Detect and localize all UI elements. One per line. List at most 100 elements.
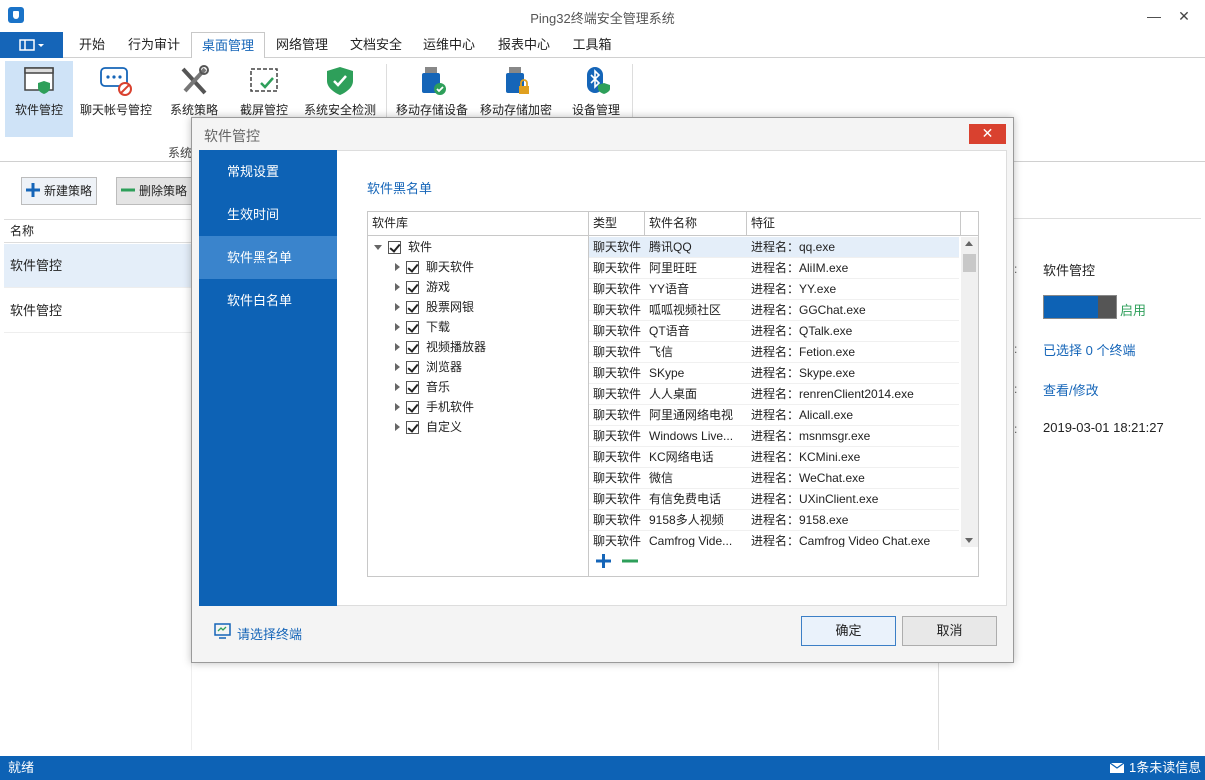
cell-name: 飞信 — [649, 345, 674, 359]
tree-item[interactable]: 股票网银 — [368, 297, 588, 317]
table-row[interactable]: 软件管控 — [4, 244, 192, 288]
cell-name: KC网络电话 — [649, 450, 714, 464]
cell-type: 聊天软件 — [593, 345, 642, 359]
tab-behavior-audit[interactable]: 行为审计 — [120, 32, 188, 58]
tab-report-center[interactable]: 报表中心 — [489, 32, 559, 58]
tab-desktop-management[interactable]: 桌面管理 — [191, 32, 265, 59]
checkbox-checked-icon[interactable] — [406, 281, 419, 294]
app-menu-button[interactable] — [0, 32, 63, 58]
table-row[interactable]: 聊天软件 腾讯QQ 进程名：qq.exe — [589, 237, 959, 258]
table-row[interactable]: 聊天软件 阿里旺旺 进程名：AliIM.exe — [589, 258, 959, 279]
unread-messages[interactable]: 1条未读信息 — [1129, 756, 1201, 780]
new-policy-button[interactable]: 新建策略 — [21, 177, 97, 205]
cell-feature: 进程名：renrenClient2014.exe — [751, 387, 914, 401]
table-row[interactable]: 聊天软件 人人桌面 进程名：renrenClient2014.exe — [589, 384, 959, 405]
delete-policy-button[interactable]: 删除策略 — [116, 177, 192, 205]
grid-header-name[interactable]: 软件名称 — [645, 212, 747, 236]
tree-item-label: 音乐 — [426, 380, 451, 394]
sidebar-item-blacklist[interactable]: 软件黑名单 — [199, 236, 337, 279]
table-row[interactable]: 软件管控 — [4, 289, 192, 333]
tree-item[interactable]: 浏览器 — [368, 357, 588, 377]
tree-item[interactable]: 聊天软件 — [368, 257, 588, 277]
grid-header-type[interactable]: 类型 — [589, 212, 645, 236]
tab-network-management[interactable]: 网络管理 — [267, 32, 337, 58]
table-row[interactable]: 聊天软件 阿里通网络电视 进程名：Alicall.exe — [589, 405, 959, 426]
checkbox-checked-icon[interactable] — [406, 301, 419, 314]
software-control-button[interactable]: 软件管控 — [5, 61, 73, 137]
checkbox-checked-icon[interactable] — [406, 321, 419, 334]
table-row[interactable]: 聊天软件 KC网络电话 进程名：KCMini.exe — [589, 447, 959, 468]
expand-icon[interactable] — [395, 423, 400, 431]
tab-toolbox[interactable]: 工具箱 — [563, 32, 621, 58]
cell-name: 呱呱视频社区 — [649, 303, 722, 317]
system-policy-label: 系统策略 — [169, 103, 218, 117]
expand-icon[interactable] — [395, 283, 400, 291]
dialog-sidebar: 常规设置 生效时间 软件黑名单 软件白名单 — [199, 150, 337, 606]
table-row[interactable]: 聊天软件 SKype 进程名：Skype.exe — [589, 363, 959, 384]
expand-icon[interactable] — [395, 303, 400, 311]
expand-icon[interactable] — [395, 263, 400, 271]
grid-header-feature[interactable]: 特征 — [747, 212, 961, 236]
select-terminal-link[interactable]: 请选择终端 — [237, 624, 302, 643]
table-row[interactable]: 聊天软件 Windows Live... 进程名：msnmsgr.exe — [589, 426, 959, 447]
table-row[interactable]: 聊天软件 YY语音 进程名：YY.exe — [589, 279, 959, 300]
checkbox-checked-icon[interactable] — [406, 401, 419, 414]
checkbox-checked-icon[interactable] — [406, 381, 419, 394]
grid-scrollbar[interactable] — [961, 237, 978, 547]
tree-item-label: 浏览器 — [426, 360, 463, 374]
tree-item[interactable]: 视频播放器 — [368, 337, 588, 357]
table-row[interactable]: 聊天软件 微信 进程名：WeChat.exe — [589, 468, 959, 489]
tab-start[interactable]: 开始 — [66, 32, 118, 58]
checkbox-checked-icon[interactable] — [406, 361, 419, 374]
cell-feature: 进程名：UXinClient.exe — [751, 492, 879, 506]
dialog-close-button[interactable]: ✕ — [969, 124, 1006, 144]
policy-list-header[interactable]: 名称 — [4, 219, 192, 243]
table-row[interactable]: 聊天软件 QT语音 进程名：QTalk.exe — [589, 321, 959, 342]
checkbox-checked-icon[interactable] — [406, 341, 419, 354]
view-edit-link[interactable]: 查看/修改 — [1043, 380, 1099, 399]
sidebar-item-whitelist[interactable]: 软件白名单 — [199, 279, 337, 322]
select-terminal-icon[interactable] — [214, 623, 232, 639]
message-icon[interactable] — [1109, 762, 1125, 774]
checkbox-checked-icon[interactable] — [406, 261, 419, 274]
collapse-icon[interactable] — [374, 245, 382, 250]
add-item-icon[interactable] — [595, 553, 613, 569]
tree-item[interactable]: 游戏 — [368, 277, 588, 297]
tab-ops-center[interactable]: 运维中心 — [414, 32, 484, 58]
sidebar-item-effective-time[interactable]: 生效时间 — [199, 193, 337, 236]
grid-header-filler — [961, 212, 978, 236]
software-control-label: 软件管控 — [14, 103, 63, 117]
selected-terminals-link[interactable]: 已选择 0 个终端 — [1043, 340, 1135, 359]
ok-button[interactable]: 确定 — [801, 616, 896, 646]
checkbox-checked-icon[interactable] — [388, 241, 401, 254]
tree-root-label: 软件 — [408, 240, 433, 254]
table-row[interactable]: 聊天软件 9158多人视频 进程名：9158.exe — [589, 510, 959, 531]
chat-account-control-button[interactable]: 聊天帐号管控 — [78, 61, 154, 137]
policy-list-area — [4, 334, 192, 750]
tree-item[interactable]: 手机软件 — [368, 397, 588, 417]
expand-icon[interactable] — [395, 383, 400, 391]
close-window-icon[interactable]: ✕ — [1170, 4, 1198, 28]
table-row[interactable]: 聊天软件 Camfrog Vide... 进程名：Camfrog Video Cha… — [589, 531, 959, 547]
cancel-button[interactable]: 取消 — [902, 616, 997, 646]
dialog-title: 软件管控 — [204, 128, 260, 144]
tree-item[interactable]: 下载 — [368, 317, 588, 337]
remove-item-icon[interactable] — [621, 553, 639, 569]
checkbox-checked-icon[interactable] — [406, 421, 419, 434]
expand-icon[interactable] — [395, 363, 400, 371]
table-row[interactable]: 聊天软件 飞信 进程名：Fetion.exe — [589, 342, 959, 363]
tree-item[interactable]: 自定义 — [368, 417, 588, 437]
table-row[interactable]: 聊天软件 呱呱视频社区 进程名：GGChat.exe — [589, 300, 959, 321]
expand-icon[interactable] — [395, 403, 400, 411]
tree-root-row[interactable]: 软件 — [368, 237, 588, 257]
tree-item-label: 自定义 — [426, 420, 463, 434]
enable-toggle[interactable] — [1043, 295, 1117, 319]
tab-document-security[interactable]: 文档安全 — [341, 32, 411, 58]
expand-icon[interactable] — [395, 323, 400, 331]
minimize-icon[interactable]: — — [1140, 4, 1168, 28]
tree-item[interactable]: 音乐 — [368, 377, 588, 397]
cell-type: 聊天软件 — [593, 534, 642, 547]
table-row[interactable]: 聊天软件 有信免费电话 进程名：UXinClient.exe — [589, 489, 959, 510]
expand-icon[interactable] — [395, 343, 400, 351]
sidebar-item-general-settings[interactable]: 常规设置 — [199, 150, 337, 193]
